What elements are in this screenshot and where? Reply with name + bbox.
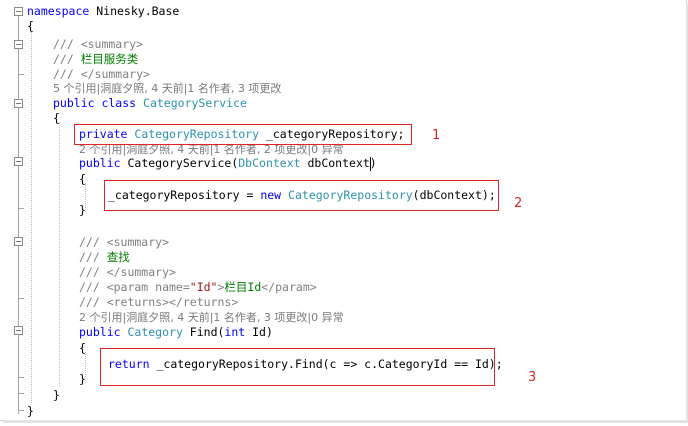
- keyword: public class: [53, 96, 137, 110]
- type-name: DbContext: [238, 156, 301, 170]
- brace: }: [53, 388, 60, 402]
- brace: }: [79, 372, 86, 386]
- code-line-brace[interactable]: {: [79, 172, 86, 187]
- fold-end-marker: [19, 377, 24, 378]
- xml-doc-tag: /// </summary>: [79, 265, 176, 279]
- xml-doc-tag: /// <returns></returns>: [79, 295, 239, 309]
- code-line-brace[interactable]: }: [27, 404, 34, 419]
- brace: }: [27, 404, 34, 418]
- annotation-box-2: [104, 180, 499, 211]
- collapse-namespace-icon[interactable]: −: [14, 7, 23, 16]
- code-line-find-summary-text[interactable]: /// 查找: [79, 250, 130, 265]
- brace: {: [79, 172, 86, 186]
- collapse-class-icon[interactable]: −: [14, 99, 23, 108]
- brace: {: [79, 341, 86, 355]
- xml-doc-prefix: ///: [79, 250, 107, 264]
- code-line-find-param[interactable]: /// <param name="Id">栏目Id</param>: [79, 280, 317, 295]
- collapse-summary-icon[interactable]: −: [14, 40, 23, 49]
- codelens-find[interactable]: 2 个引用|洞庭夕照, 4 天前|1 名作者, 3 项更改|0 异常: [79, 310, 344, 325]
- codelens-class[interactable]: 5 个引用|洞庭夕照, 4 天前|1 名作者, 3 项更改: [53, 81, 281, 96]
- annotation-label-1: 1: [432, 128, 441, 143]
- code-line-class-decl[interactable]: public class CategoryService: [53, 96, 247, 111]
- code-line-summary-close[interactable]: /// </summary>: [53, 67, 150, 82]
- attr-value: "Id": [189, 280, 218, 294]
- code-line-namespace[interactable]: namespace Ninesky.Base: [27, 4, 179, 19]
- xml-doc-tag: /// </summary>: [53, 67, 150, 81]
- collapse-find-summary-icon[interactable]: −: [14, 237, 23, 246]
- code-line-brace[interactable]: }: [79, 372, 86, 387]
- codelens-text: 2 个引用|洞庭夕照, 4 天前|1 名作者, 3 项更改|0 异常: [79, 311, 344, 324]
- fold-end-marker: [19, 298, 24, 299]
- code-line-find-summary[interactable]: /// <summary>: [79, 235, 169, 250]
- fold-end-marker: [19, 393, 24, 394]
- fold-end-marker: [19, 208, 24, 209]
- code-line-summary[interactable]: /// <summary>: [53, 37, 143, 52]
- annotation-label-2: 2: [514, 196, 523, 211]
- code-line-ctor[interactable]: public CategoryService(DbContext dbConte…: [79, 156, 377, 171]
- identifier: Id): [245, 325, 273, 339]
- comment-text: 查找: [106, 250, 130, 264]
- keyword: int: [224, 325, 246, 339]
- xml-doc-tag: </param>: [261, 280, 317, 294]
- brace: {: [53, 111, 60, 125]
- fold-end-marker: [19, 410, 24, 411]
- comment-text: 栏目服务类: [80, 52, 139, 66]
- xml-doc-tag: /// <summary>: [79, 235, 170, 249]
- code-line-brace[interactable]: {: [27, 19, 34, 34]
- text-cursor: [370, 157, 371, 171]
- indent-guide: [59, 122, 60, 386]
- code-line-find-summary-close[interactable]: /// </summary>: [79, 265, 176, 280]
- keyword: public: [79, 156, 121, 170]
- xml-doc-tag: /// <summary>: [53, 37, 144, 51]
- code-line-brace[interactable]: }: [53, 388, 60, 403]
- type-name: Category: [127, 325, 183, 339]
- codelens-text: 5 个引用|洞庭夕照, 4 天前|1 名作者, 3 项更改: [53, 82, 282, 95]
- annotation-label-3: 3: [528, 370, 537, 385]
- brace: {: [27, 19, 34, 33]
- code-line-brace[interactable]: {: [79, 341, 86, 356]
- type-name: CategoryService: [143, 96, 247, 110]
- xml-doc-tag: /// <param name=: [79, 280, 190, 294]
- code-line-brace[interactable]: {: [53, 111, 60, 126]
- collapse-ctor-icon[interactable]: −: [14, 157, 23, 166]
- identifier: CategoryService(: [120, 156, 239, 170]
- keyword: public: [79, 325, 121, 339]
- identifier: dbContext): [300, 156, 377, 170]
- code-line-brace[interactable]: }: [79, 203, 86, 218]
- collapse-find-icon[interactable]: −: [14, 326, 23, 335]
- frame-shadow-bottom: [3, 420, 688, 423]
- fold-end-marker: [19, 74, 24, 75]
- code-line-find-decl[interactable]: public Category Find(int Id): [79, 325, 273, 340]
- code-line-find-returns[interactable]: /// <returns></returns>: [79, 295, 238, 310]
- identifier: Find(: [182, 325, 225, 339]
- comment-text: 栏目Id: [224, 280, 262, 294]
- annotation-box-1: [74, 124, 412, 145]
- keyword: namespace: [27, 4, 90, 18]
- xml-doc-prefix: ///: [53, 52, 81, 66]
- brace: }: [79, 203, 86, 217]
- annotation-box-3: [100, 348, 495, 386]
- indent-guide: [31, 31, 32, 403]
- code-line-summary-text[interactable]: /// 栏目服务类: [53, 52, 138, 67]
- namespace-name: Ninesky.Base: [89, 4, 180, 18]
